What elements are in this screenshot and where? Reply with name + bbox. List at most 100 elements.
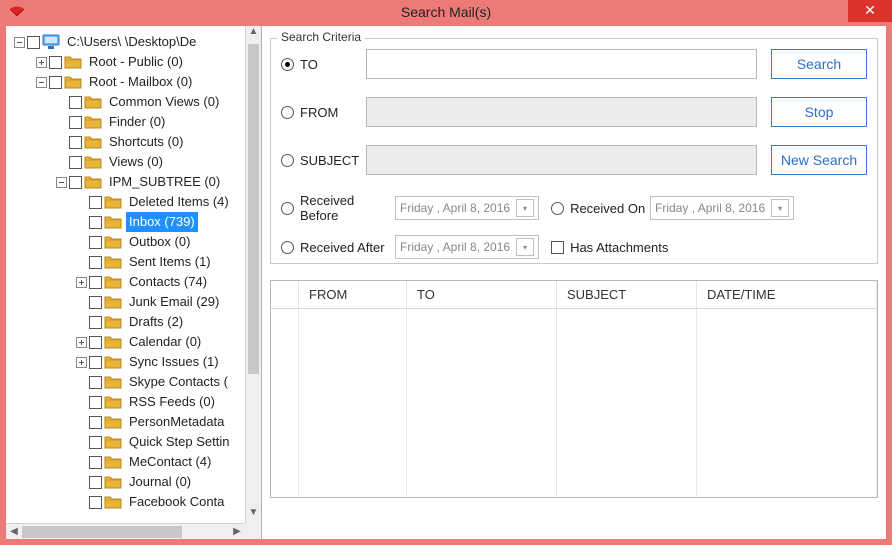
tree-checkbox[interactable]	[89, 416, 102, 429]
tree-checkbox[interactable]	[89, 336, 102, 349]
folder-tree[interactable]: C:\Users\ \Desktop\De Root - Public (0) …	[6, 32, 261, 539]
expand-icon[interactable]	[36, 77, 47, 88]
date-received-after[interactable]: Friday , April 8, 2016 ▾	[395, 235, 539, 259]
radio-from[interactable]	[281, 106, 294, 119]
scroll-thumb[interactable]	[22, 526, 182, 538]
tree-scrollbar-horizontal[interactable]: ◀ ▶	[6, 523, 245, 539]
tree-checkbox[interactable]	[89, 476, 102, 489]
tree-label[interactable]: Sync Issues (1)	[126, 352, 222, 372]
col-subject[interactable]: SUBJECT	[557, 281, 697, 308]
expand-icon[interactable]	[36, 57, 47, 68]
col-attachment-icon[interactable]	[271, 281, 299, 308]
tree-label[interactable]: Root - Mailbox (0)	[86, 72, 195, 92]
tree-item[interactable]: Root - Mailbox (0)	[10, 72, 261, 92]
tree-checkbox[interactable]	[69, 96, 82, 109]
expand-icon[interactable]	[76, 277, 87, 288]
tree-item[interactable]: PersonMetadata	[10, 412, 261, 432]
tree-checkbox[interactable]	[89, 196, 102, 209]
new-search-button[interactable]: New Search	[771, 145, 867, 175]
tree-label[interactable]: Skype Contacts (	[126, 372, 231, 392]
titlebar[interactable]: Search Mail(s) ✕	[0, 0, 892, 26]
chevron-down-icon[interactable]: ▾	[516, 238, 534, 256]
input-subject[interactable]	[366, 145, 757, 175]
scroll-down-icon[interactable]: ▼	[246, 507, 261, 523]
tree-item[interactable]: Sent Items (1)	[10, 252, 261, 272]
tree-label[interactable]: Outbox (0)	[126, 232, 193, 252]
tree-checkbox[interactable]	[49, 76, 62, 89]
tree-item[interactable]: Journal (0)	[10, 472, 261, 492]
tree-item[interactable]: Drafts (2)	[10, 312, 261, 332]
tree-checkbox[interactable]	[89, 376, 102, 389]
tree-item[interactable]: MeContact (4)	[10, 452, 261, 472]
tree-item[interactable]: Contacts (74)	[10, 272, 261, 292]
tree-checkbox[interactable]	[69, 116, 82, 129]
tree-label[interactable]: Shortcuts (0)	[106, 132, 186, 152]
tree-checkbox[interactable]	[69, 136, 82, 149]
col-date[interactable]: DATE/TIME	[697, 281, 877, 308]
scroll-left-icon[interactable]: ◀	[6, 526, 22, 537]
tree-scrollbar-vertical[interactable]: ▲ ▼	[245, 26, 261, 523]
tree-checkbox[interactable]	[27, 36, 40, 49]
tree-label[interactable]: Contacts (74)	[126, 272, 210, 292]
tree-label[interactable]: Junk Email (29)	[126, 292, 222, 312]
stop-button[interactable]: Stop	[771, 97, 867, 127]
tree-checkbox[interactable]	[89, 256, 102, 269]
radio-to[interactable]	[281, 58, 294, 71]
tree-label[interactable]: Sent Items (1)	[126, 252, 214, 272]
tree-item[interactable]: Common Views (0)	[10, 92, 261, 112]
input-to[interactable]	[366, 49, 757, 79]
tree-item[interactable]: Quick Step Settin	[10, 432, 261, 452]
tree-item[interactable]: Finder (0)	[10, 112, 261, 132]
tree-item[interactable]: Skype Contacts (	[10, 372, 261, 392]
expand-icon[interactable]	[56, 177, 67, 188]
tree-label[interactable]: Calendar (0)	[126, 332, 204, 352]
scroll-up-icon[interactable]: ▲	[246, 26, 261, 42]
input-from[interactable]	[366, 97, 757, 127]
tree-item[interactable]: Outbox (0)	[10, 232, 261, 252]
tree-item[interactable]: Root - Public (0)	[10, 52, 261, 72]
tree-item[interactable]: IPM_SUBTREE (0)	[10, 172, 261, 192]
tree-checkbox[interactable]	[89, 436, 102, 449]
tree-label[interactable]: MeContact (4)	[126, 452, 214, 472]
date-received-on[interactable]: Friday , April 8, 2016 ▾	[650, 196, 794, 220]
col-from[interactable]: FROM	[299, 281, 407, 308]
expand-icon[interactable]	[76, 357, 87, 368]
tree-checkbox[interactable]	[69, 176, 82, 189]
expand-icon[interactable]	[14, 37, 25, 48]
radio-received-on[interactable]	[551, 202, 564, 215]
tree-root[interactable]: C:\Users\ \Desktop\De	[10, 32, 261, 52]
scroll-thumb[interactable]	[248, 44, 259, 374]
tree-checkbox[interactable]	[89, 276, 102, 289]
tree-checkbox[interactable]	[89, 356, 102, 369]
tree-label[interactable]: Facebook Conta	[126, 492, 227, 512]
tree-checkbox[interactable]	[89, 236, 102, 249]
tree-checkbox[interactable]	[89, 456, 102, 469]
tree-item[interactable]: Calendar (0)	[10, 332, 261, 352]
tree-item[interactable]: Shortcuts (0)	[10, 132, 261, 152]
chevron-down-icon[interactable]: ▾	[771, 199, 789, 217]
tree-label[interactable]: Inbox (739)	[126, 212, 198, 232]
tree-label[interactable]: Views (0)	[106, 152, 166, 172]
tree-label[interactable]: PersonMetadata	[126, 412, 227, 432]
tree-checkbox[interactable]	[49, 56, 62, 69]
tree-label[interactable]: Root - Public (0)	[86, 52, 186, 72]
radio-received-after[interactable]	[281, 241, 294, 254]
tree-label[interactable]: Quick Step Settin	[126, 432, 232, 452]
tree-checkbox[interactable]	[69, 156, 82, 169]
close-button[interactable]: ✕	[848, 0, 892, 22]
tree-item[interactable]: RSS Feeds (0)	[10, 392, 261, 412]
tree-checkbox[interactable]	[89, 216, 102, 229]
tree-checkbox[interactable]	[89, 396, 102, 409]
chevron-down-icon[interactable]: ▾	[516, 199, 534, 217]
tree-label[interactable]: IPM_SUBTREE (0)	[106, 172, 223, 192]
checkbox-has-attachments[interactable]	[551, 241, 564, 254]
search-button[interactable]: Search	[771, 49, 867, 79]
tree-label[interactable]: Drafts (2)	[126, 312, 186, 332]
tree-label[interactable]: RSS Feeds (0)	[126, 392, 218, 412]
tree-checkbox[interactable]	[89, 496, 102, 509]
scroll-right-icon[interactable]: ▶	[229, 526, 245, 537]
tree-label[interactable]: C:\Users\ \Desktop\De	[64, 32, 199, 52]
tree-item[interactable]: Facebook Conta	[10, 492, 261, 512]
col-to[interactable]: TO	[407, 281, 557, 308]
tree-item[interactable]: Deleted Items (4)	[10, 192, 261, 212]
